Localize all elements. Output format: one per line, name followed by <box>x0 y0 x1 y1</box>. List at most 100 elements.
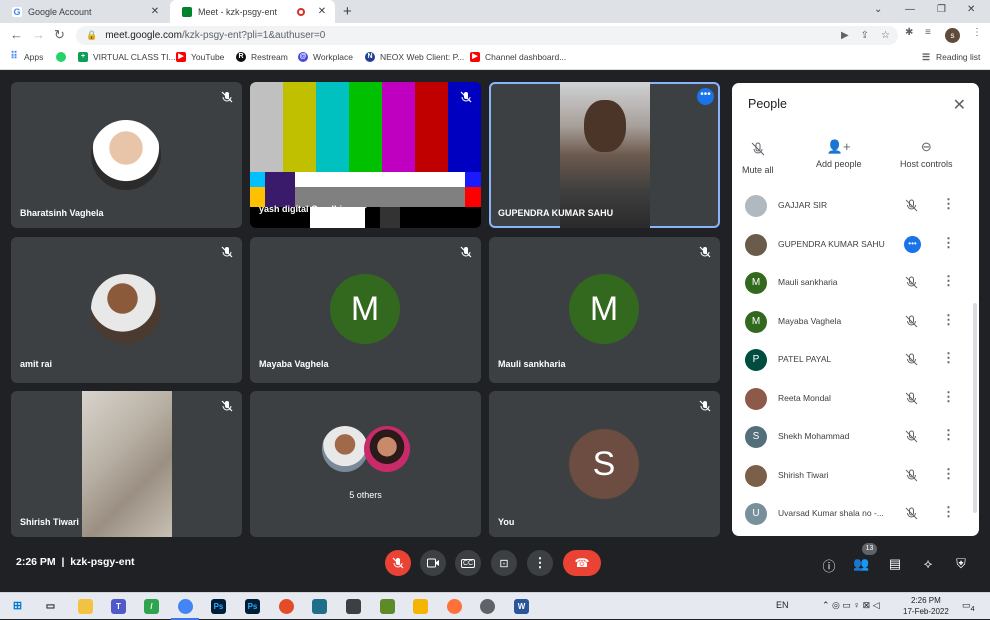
scrollbar[interactable] <box>973 303 977 513</box>
participant-row[interactable]: Reeta Mondal ⋮ <box>732 380 979 418</box>
tab-meet[interactable]: Meet - kzk-psgy-ent ✕ <box>170 0 335 23</box>
participant-row[interactable]: U Uvarsad Kumar shala no -... ⋮ <box>732 495 979 533</box>
close-tab-icon[interactable]: ✕ <box>148 6 162 17</box>
more-vert-icon[interactable]: ⋮ <box>942 350 955 366</box>
participant-tile-selected[interactable]: ••• GUPENDRA KUMAR SAHU <box>489 82 720 228</box>
media-control-icon[interactable]: ≡ <box>925 27 931 38</box>
mic-toggle-button[interactable] <box>385 550 411 576</box>
chat-icon[interactable]: ▤ <box>887 556 903 572</box>
camera-toggle-button[interactable] <box>420 550 446 576</box>
notification-icon[interactable]: ▭4 <box>962 600 975 613</box>
participant-row[interactable]: GUPENDRA KUMAR SAHU ••• ⋮ <box>732 226 979 264</box>
others-tile[interactable]: 5 others <box>250 391 481 537</box>
new-tab-button[interactable]: + <box>343 3 352 20</box>
more-vert-icon[interactable]: ⋮ <box>942 196 955 212</box>
mic-off-icon[interactable] <box>905 430 918 443</box>
more-vert-icon[interactable]: ⋮ <box>942 312 955 328</box>
tab-google-account[interactable]: G Google Account ✕ <box>0 0 168 23</box>
maximize-button[interactable]: ❐ <box>937 4 946 15</box>
people-icon[interactable]: 👥 <box>853 556 869 572</box>
back-icon[interactable]: ← <box>10 28 23 42</box>
more-vert-icon[interactable]: ⋮ <box>942 389 955 405</box>
reading-list[interactable]: ☰ Reading list <box>921 52 980 62</box>
meeting-details-icon[interactable]: ⓘ <box>821 556 837 574</box>
self-tile[interactable]: S You <box>489 391 720 537</box>
more-vert-icon[interactable]: ⋮ <box>942 427 955 443</box>
host-controls-icon[interactable]: ⛨ <box>953 556 969 572</box>
menu-icon[interactable]: ⋮ <box>972 27 982 38</box>
participant-tile[interactable]: amit rai <box>11 237 242 383</box>
app-icon[interactable] <box>279 599 294 614</box>
participant-row[interactable]: M Mauli sankharia ⋮ <box>732 264 979 302</box>
app-icon[interactable] <box>312 599 327 614</box>
mute-all-button[interactable]: Mute all <box>742 139 774 175</box>
photoshop-icon[interactable]: Ps <box>245 599 260 614</box>
present-button[interactable]: ⊡ <box>491 550 517 576</box>
camera-in-use-icon[interactable]: ▶ <box>841 26 849 45</box>
firefox-icon[interactable] <box>447 599 462 614</box>
minimize-button[interactable]: — <box>905 4 915 15</box>
share-icon[interactable]: ⇪ <box>861 26 869 45</box>
participant-tile[interactable]: M Mauli sankharia <box>489 237 720 383</box>
more-vert-icon[interactable]: ⋮ <box>942 235 955 251</box>
task-view-icon[interactable]: ▭ <box>43 599 58 614</box>
participant-tile[interactable]: M Mayaba Vaghela <box>250 237 481 383</box>
participant-tile[interactable]: yash digital Gandhinagar <box>250 82 481 228</box>
chrome-icon[interactable] <box>178 599 193 614</box>
participant-tile[interactable]: Bharatsinh Vaghela <box>11 82 242 228</box>
participant-tile[interactable]: Shirish Tiwari <box>11 391 242 537</box>
address-bar[interactable]: 🔒 meet.google.com /kzk-psgy-ent?pli=1&au… <box>76 26 898 45</box>
app-icon[interactable] <box>380 599 395 614</box>
mic-off-icon[interactable] <box>905 469 918 482</box>
system-tray-icons[interactable]: ⌃ ◎ ▭ ♀ ⊠ ◁ <box>822 600 880 611</box>
mic-off-icon[interactable] <box>905 353 918 366</box>
add-people-button[interactable]: 👤+ Add people <box>816 139 862 169</box>
activities-icon[interactable]: ⟡ <box>920 556 936 572</box>
participant-row[interactable]: M Mayaba Vaghela ⋮ <box>732 303 979 341</box>
mic-off-icon[interactable] <box>905 315 918 328</box>
profile-avatar[interactable]: s <box>945 28 960 43</box>
app-icon[interactable] <box>413 599 428 614</box>
bookmark-whatsapp[interactable] <box>56 52 71 62</box>
tab-search-icon[interactable]: ⌄ <box>874 4 882 15</box>
bookmark-virtual-class[interactable]: + VIRTUAL CLASS TI... <box>78 52 176 62</box>
more-options-button[interactable]: ⋮ <box>527 550 553 576</box>
bookmark-workplace[interactable]: @ Workplace <box>298 52 353 62</box>
app-icon[interactable] <box>346 599 361 614</box>
mic-off-icon[interactable] <box>905 507 918 520</box>
close-window-button[interactable]: ✕ <box>967 4 975 15</box>
windows-start-icon[interactable]: ⊞ <box>10 599 25 614</box>
host-controls-button[interactable]: ⊖ Host controls <box>900 139 953 169</box>
more-options-button[interactable]: ••• <box>697 88 714 105</box>
close-panel-button[interactable]: ✕ <box>953 95 966 115</box>
photoshop-icon[interactable]: Ps <box>211 599 226 614</box>
participant-row[interactable]: Shirish Tiwari ⋮ <box>732 457 979 495</box>
mic-off-icon[interactable] <box>905 199 918 212</box>
leave-call-button[interactable]: ☎ <box>563 550 601 576</box>
teams-icon[interactable]: T <box>111 599 126 614</box>
app-green-icon[interactable]: / <box>144 599 159 614</box>
bookmark-apps[interactable]: ⠿ Apps <box>9 52 43 62</box>
bookmark-star-icon[interactable]: ☆ <box>881 26 890 45</box>
more-vert-icon[interactable]: ⋮ <box>942 466 955 482</box>
language-indicator[interactable]: EN <box>776 600 789 610</box>
participant-row[interactable]: GAJJAR SIR ⋮ <box>732 187 979 225</box>
more-vert-icon[interactable]: ⋮ <box>942 504 955 520</box>
participant-row[interactable]: S Shekh Mohammad ⋮ <box>732 418 979 456</box>
file-explorer-icon[interactable] <box>78 599 93 614</box>
more-vert-icon[interactable]: ⋮ <box>942 273 955 289</box>
word-icon[interactable]: W <box>514 599 529 614</box>
bookmark-youtube[interactable]: ▶ YouTube <box>176 52 224 62</box>
captions-button[interactable]: CC <box>455 550 481 576</box>
bookmark-restream[interactable]: R Restream <box>236 52 288 62</box>
app-icon[interactable] <box>480 599 495 614</box>
mic-off-icon[interactable] <box>905 276 918 289</box>
mic-off-icon[interactable] <box>905 392 918 405</box>
system-clock[interactable]: 2:26 PM 17-Feb-2022 <box>903 595 949 617</box>
extensions-icon[interactable]: ✱ <box>905 27 913 38</box>
participant-row[interactable]: P PATEL PAYAL ⋮ <box>732 341 979 379</box>
close-tab-icon[interactable]: ✕ <box>315 6 329 17</box>
reload-icon[interactable]: ↻ <box>54 28 65 42</box>
bookmark-neox[interactable]: N NEOX Web Client: P... <box>365 52 464 62</box>
forward-icon[interactable]: → <box>32 28 45 42</box>
